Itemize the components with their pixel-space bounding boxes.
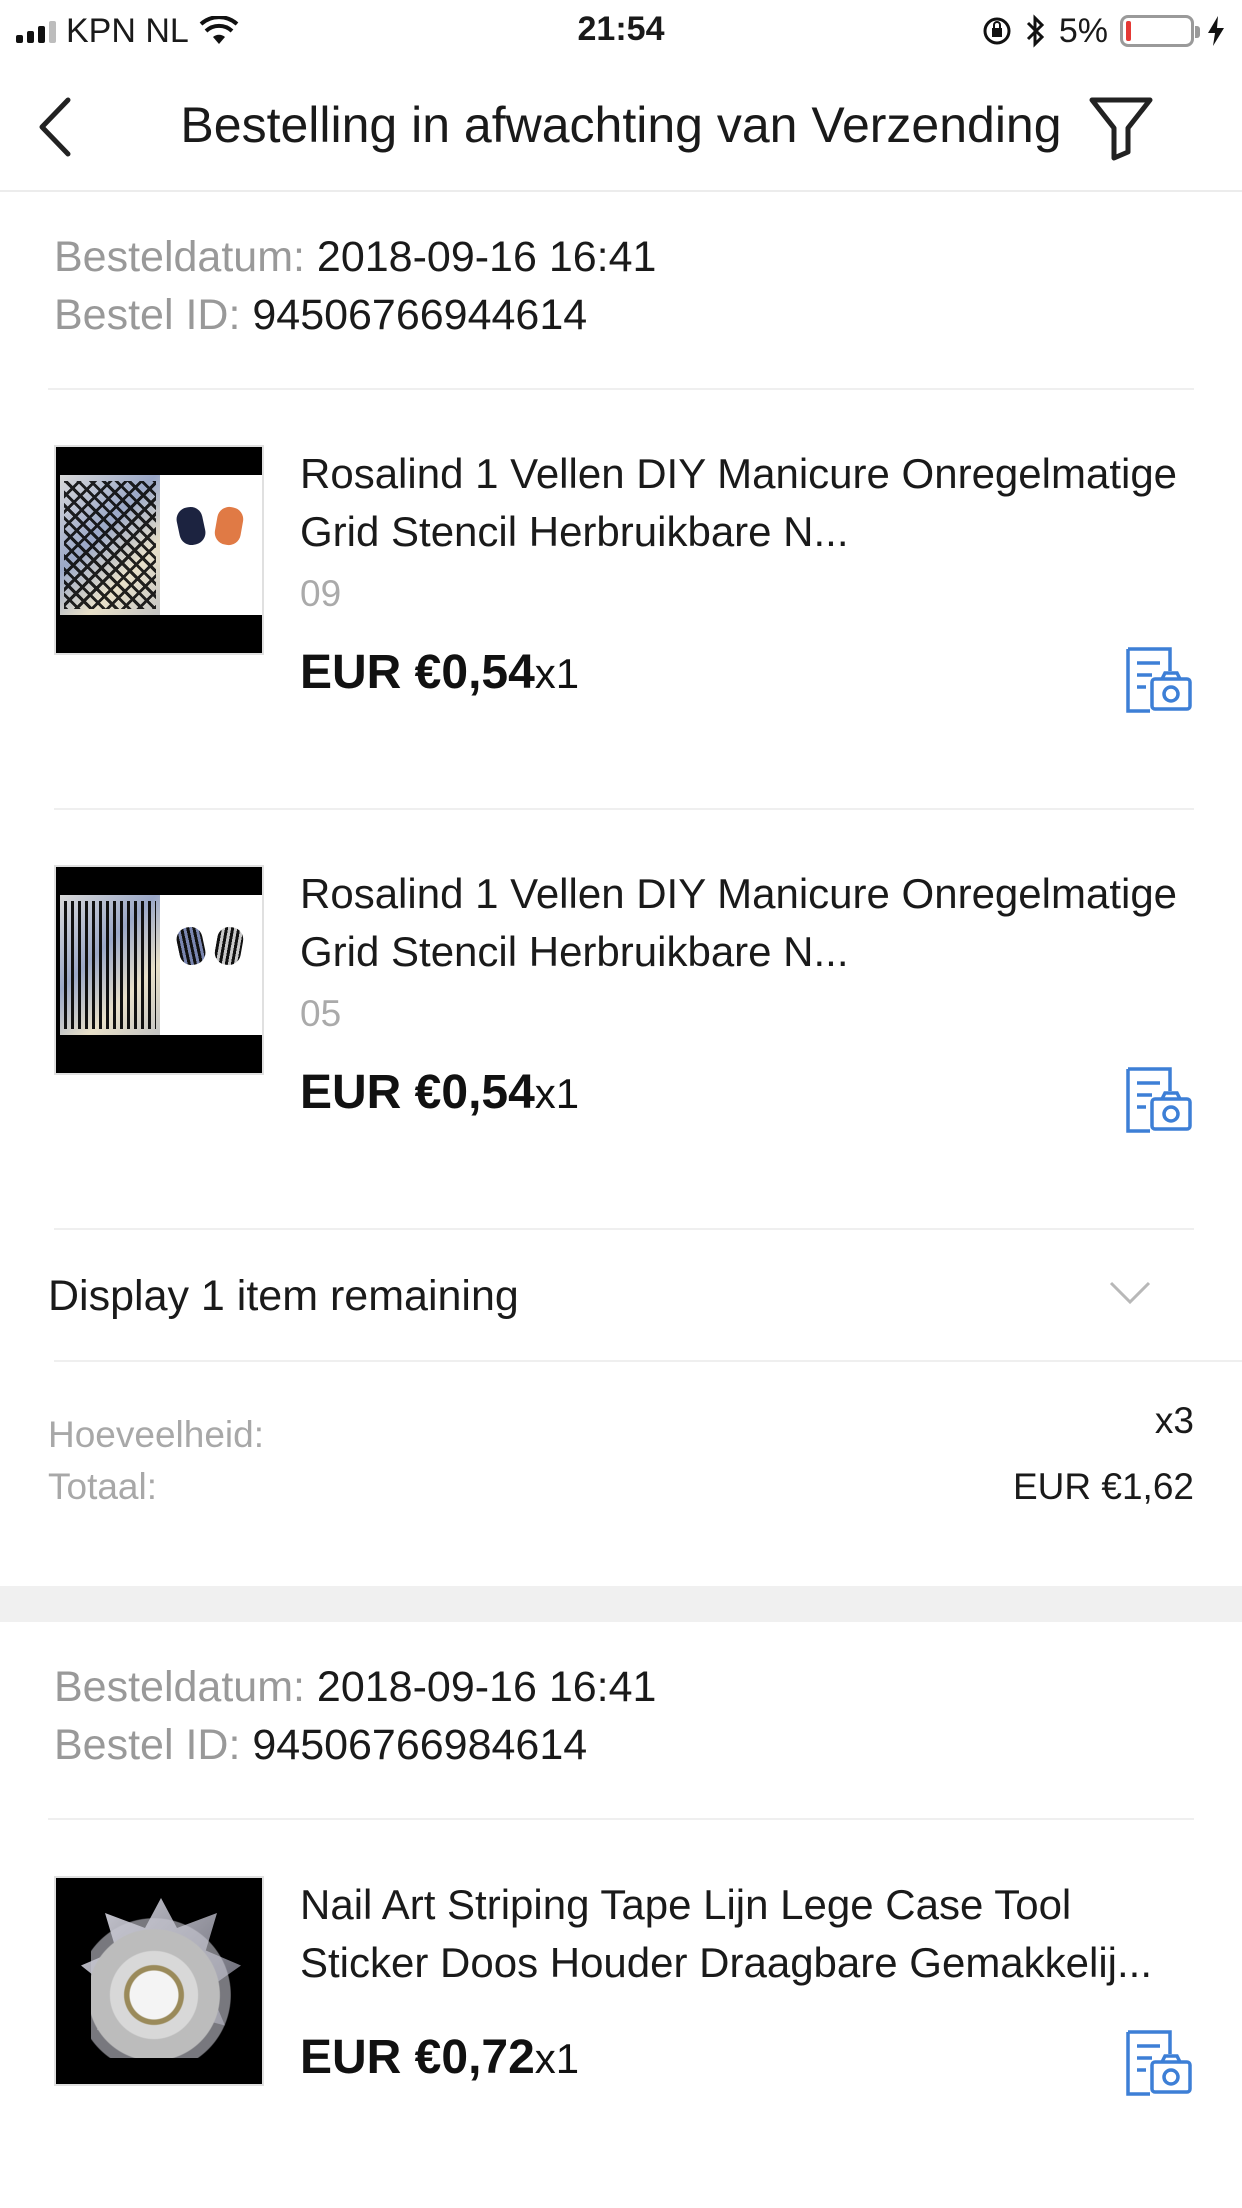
charging-icon (1208, 16, 1224, 46)
order-date-label: Besteldatum: (54, 1663, 305, 1711)
product-image[interactable] (54, 1876, 264, 2086)
order-id: 94506766984614 (252, 1721, 588, 1769)
product-variant: 05 (300, 993, 342, 1034)
battery-icon (1120, 15, 1200, 47)
order-date: 2018-09-16 16:41 (316, 1663, 657, 1711)
order-date-label: Besteldatum: (54, 233, 305, 281)
back-icon[interactable] (30, 92, 90, 162)
product-code: JVL0030 (196, 593, 254, 609)
chevron-down-icon (1109, 1281, 1151, 1305)
battery-percent: 5% (1058, 11, 1108, 50)
show-remaining-items[interactable]: Display 1 item remaining (48, 1230, 1242, 1360)
order-id: 94506766944614 (252, 291, 588, 339)
section-separator (0, 1586, 1242, 1622)
total-value: EUR €1,62 (1013, 1466, 1194, 1507)
product-image[interactable]: JVL0030 (54, 445, 264, 655)
price-value: EUR €0,72 (300, 2031, 535, 2084)
order-item[interactable]: Nail Art Striping Tape Lijn Lege Case To… (54, 1876, 1194, 2096)
product-price: EUR €0,54x1 (300, 645, 579, 700)
rotation-lock-icon (983, 17, 1011, 45)
status-bar: KPN NL 21:54 5% (0, 0, 1242, 62)
navigation-bar: Bestelling in afwachting van Verzending (0, 62, 1242, 192)
filter-icon[interactable] (1088, 92, 1154, 162)
order-id-label: Bestel ID: (54, 291, 241, 339)
product-image[interactable]: JVL008 (54, 865, 264, 1075)
order-header: Besteldatum: 2018-09-16 16:41 Bestel ID:… (54, 228, 656, 344)
divider (54, 808, 1194, 810)
product-price: EUR €0,72x1 (300, 2030, 579, 2085)
order-item[interactable]: JVL008 Rosalind 1 Vellen DIY Manicure On… (54, 865, 1194, 1133)
photo-review-icon[interactable] (1124, 645, 1194, 715)
item-quantity: x1 (534, 650, 580, 697)
order-date: 2018-09-16 16:41 (316, 233, 657, 281)
price-value: EUR €0,54 (300, 646, 535, 699)
product-name[interactable]: Rosalind 1 Vellen DIY Manicure Onregelma… (300, 445, 1190, 561)
divider (54, 1360, 1242, 1362)
order-header: Besteldatum: 2018-09-16 16:41 Bestel ID:… (54, 1658, 656, 1774)
expand-label: Display 1 item remaining (48, 1272, 519, 1320)
product-name[interactable]: Nail Art Striping Tape Lijn Lege Case To… (300, 1876, 1190, 1992)
divider (48, 388, 1194, 390)
product-variant: 09 (300, 573, 342, 614)
product-price: EUR €0,54x1 (300, 1065, 579, 1120)
order-id-label: Bestel ID: (54, 1721, 241, 1769)
product-code: JVL008 (205, 1013, 254, 1029)
quantity-value: x3 (1154, 1400, 1194, 1441)
item-quantity: x1 (534, 2035, 580, 2082)
divider (48, 1818, 1194, 1820)
product-name[interactable]: Rosalind 1 Vellen DIY Manicure Onregelma… (300, 865, 1190, 981)
bluetooth-icon (1026, 14, 1044, 48)
quantity-label: Hoeveelheid: (48, 1414, 264, 1455)
photo-review-icon[interactable] (1124, 1065, 1194, 1135)
item-quantity: x1 (534, 1070, 580, 1117)
page-title: Bestelling in afwachting van Verzending (180, 97, 1062, 153)
photo-review-icon[interactable] (1124, 2028, 1194, 2098)
total-label: Totaal: (48, 1466, 158, 1507)
order-item[interactable]: JVL0030 Rosalind 1 Vellen DIY Manicure O… (54, 445, 1194, 713)
price-value: EUR €0,54 (300, 1066, 535, 1119)
